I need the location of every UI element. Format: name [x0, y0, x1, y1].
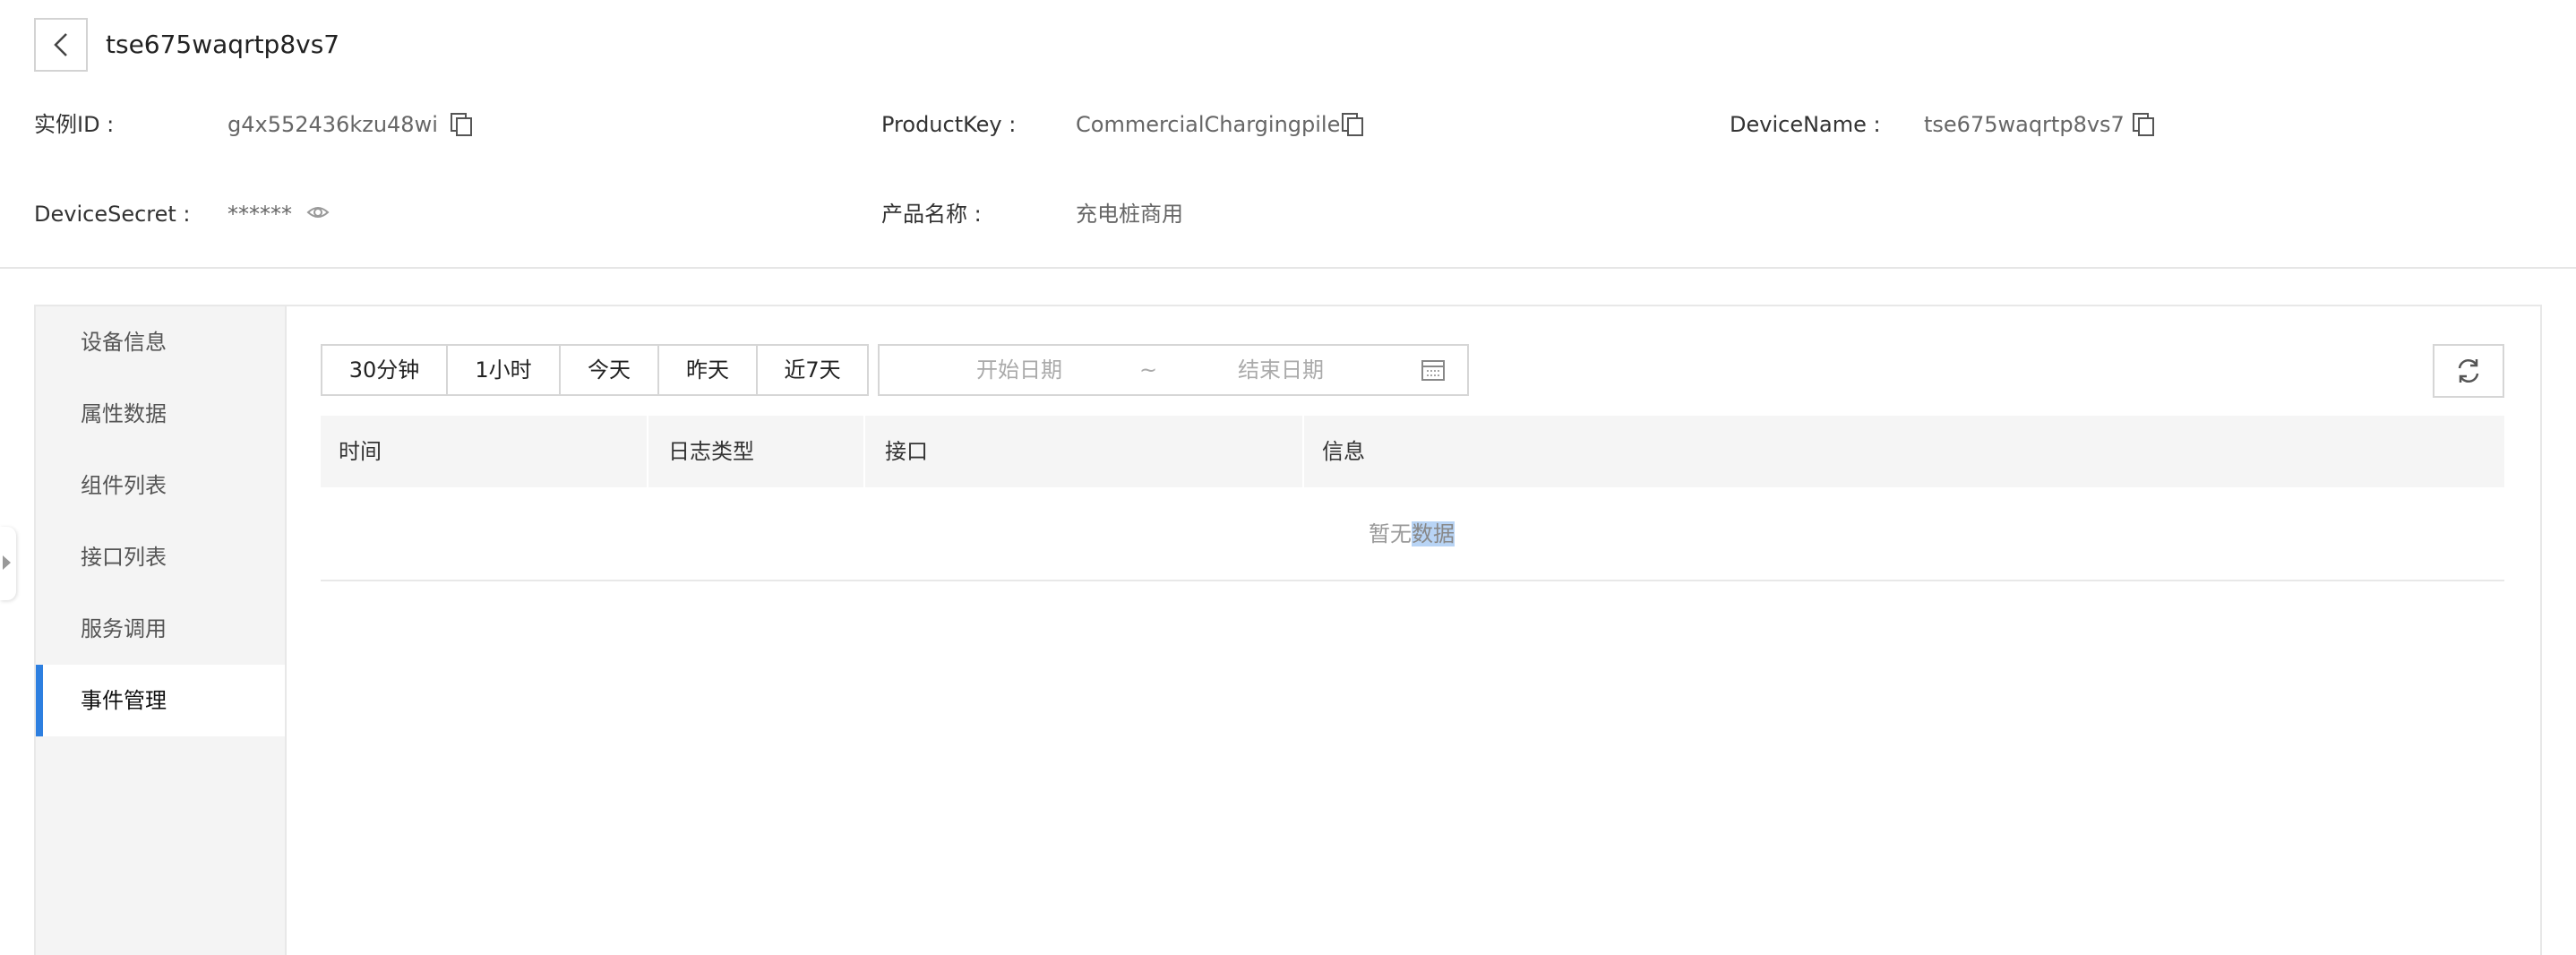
- product-name-label: 产品名称 :: [881, 202, 982, 227]
- sidebar-item-interface-list[interactable]: 接口列表: [36, 521, 285, 593]
- copy-icon[interactable]: [2132, 112, 2155, 137]
- end-date-input[interactable]: 结束日期: [1238, 346, 1324, 394]
- product-name-value: 充电桩商用: [1076, 202, 1183, 227]
- table-header: 时间 日志类型 接口 信息: [321, 416, 2504, 487]
- device-secret-label: DeviceSecret :: [34, 202, 191, 227]
- product-key-value: CommercialChargingpile: [1076, 112, 1341, 137]
- page-title: tse675waqrtp8vs7: [106, 30, 340, 59]
- main-panel: 设备信息 属性数据 组件列表 接口列表 服务调用 事件管理: [34, 305, 2542, 955]
- empty-state-selected-text: 数据: [1412, 521, 1455, 546]
- instance-id-label: 实例ID :: [34, 112, 115, 137]
- back-button[interactable]: [34, 18, 88, 72]
- product-key-label: ProductKey :: [881, 112, 1017, 137]
- sidebar-item-property-data[interactable]: 属性数据: [36, 378, 285, 450]
- filter-7days-button[interactable]: 近7天: [756, 344, 869, 396]
- date-separator: ~: [1139, 357, 1158, 383]
- filter-1hour-button[interactable]: 1小时: [446, 344, 561, 396]
- calendar-icon[interactable]: [1421, 358, 1446, 382]
- sidebar-item-event-management[interactable]: 事件管理: [36, 665, 285, 736]
- column-divider: [863, 416, 865, 487]
- refresh-button[interactable]: [2433, 344, 2504, 398]
- eye-icon[interactable]: [306, 202, 330, 222]
- empty-state-text: 暂无数据: [1369, 518, 1455, 550]
- start-date-input[interactable]: 开始日期: [976, 346, 1062, 394]
- device-secret-value: ******: [228, 202, 292, 227]
- instance-id-value: g4x552436kzu48wi: [228, 112, 438, 137]
- header-divider: [0, 267, 2576, 269]
- table-bottom-border: [321, 580, 2504, 581]
- date-range-picker[interactable]: 开始日期 ~ 结束日期: [878, 344, 1469, 396]
- sidebar: 设备信息 属性数据 组件列表 接口列表 服务调用 事件管理: [36, 306, 287, 955]
- filter-today-button[interactable]: 今天: [559, 344, 659, 396]
- chevron-left-icon: [54, 33, 67, 56]
- column-header-info: 信息: [1322, 439, 1365, 464]
- device-name-value: tse675waqrtp8vs7: [1924, 112, 2125, 137]
- sidebar-item-device-info[interactable]: 设备信息: [36, 306, 285, 378]
- copy-icon[interactable]: [1341, 112, 1364, 137]
- empty-state-prefix: 暂无: [1369, 521, 1412, 546]
- copy-icon[interactable]: [450, 112, 473, 137]
- filter-30min-button[interactable]: 30分钟: [321, 344, 448, 396]
- filter-yesterday-button[interactable]: 昨天: [657, 344, 758, 396]
- sidebar-item-component-list[interactable]: 组件列表: [36, 450, 285, 521]
- column-header-time: 时间: [339, 439, 382, 464]
- column-header-interface: 接口: [885, 439, 928, 464]
- refresh-icon: [2458, 359, 2479, 383]
- column-divider: [1302, 416, 1304, 487]
- sidebar-expand-handle[interactable]: [0, 527, 16, 600]
- column-header-log-type: 日志类型: [668, 439, 754, 464]
- sidebar-item-service-call[interactable]: 服务调用: [36, 593, 285, 665]
- device-name-label: DeviceName :: [1730, 112, 1881, 137]
- device-detail-page: tse675waqrtp8vs7 实例ID : g4x552436kzu48wi…: [0, 0, 2576, 955]
- column-divider: [647, 416, 648, 487]
